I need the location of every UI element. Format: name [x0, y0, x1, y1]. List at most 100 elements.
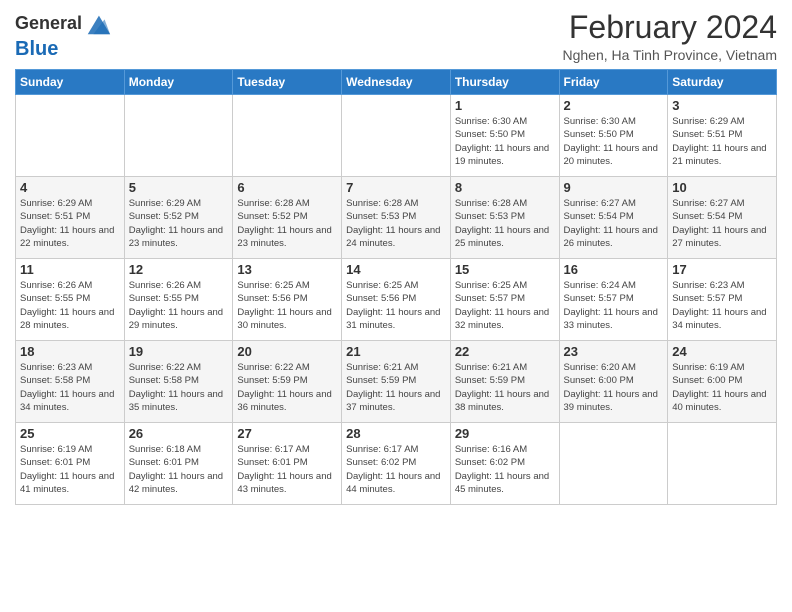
day-number: 8	[455, 180, 555, 195]
day-info: Sunrise: 6:21 AM Sunset: 5:59 PM Dayligh…	[455, 361, 555, 414]
logo-text: General	[15, 14, 82, 34]
day-info: Sunrise: 6:19 AM Sunset: 6:00 PM Dayligh…	[672, 361, 772, 414]
table-row: 25 Sunrise: 6:19 AM Sunset: 6:01 PM Dayli…	[16, 423, 125, 505]
day-number: 14	[346, 262, 446, 277]
day-info: Sunrise: 6:20 AM Sunset: 6:00 PM Dayligh…	[564, 361, 664, 414]
table-row: 14 Sunrise: 6:25 AM Sunset: 5:56 PM Dayli…	[342, 259, 451, 341]
day-info: Sunrise: 6:26 AM Sunset: 5:55 PM Dayligh…	[129, 279, 229, 332]
col-monday: Monday	[124, 70, 233, 95]
day-number: 9	[564, 180, 664, 195]
day-number: 27	[237, 426, 337, 441]
col-sunday: Sunday	[16, 70, 125, 95]
table-row: 24 Sunrise: 6:19 AM Sunset: 6:00 PM Dayli…	[668, 341, 777, 423]
day-info: Sunrise: 6:25 AM Sunset: 5:56 PM Dayligh…	[346, 279, 446, 332]
col-tuesday: Tuesday	[233, 70, 342, 95]
day-number: 17	[672, 262, 772, 277]
table-row: 9Sunrise: 6:27 AM Sunset: 5:54 PM Daylig…	[559, 177, 668, 259]
day-info: Sunrise: 6:23 AM Sunset: 5:58 PM Dayligh…	[20, 361, 120, 414]
day-number: 28	[346, 426, 446, 441]
day-number: 26	[129, 426, 229, 441]
table-row: 20 Sunrise: 6:22 AM Sunset: 5:59 PM Dayli…	[233, 341, 342, 423]
day-info: Sunrise: 6:19 AM Sunset: 6:01 PM Dayligh…	[20, 443, 120, 496]
header: General Blue February 2024 Nghen, Ha Tin…	[15, 10, 777, 63]
day-number: 21	[346, 344, 446, 359]
day-info: Sunrise: 6:23 AM Sunset: 5:57 PM Dayligh…	[672, 279, 772, 332]
calendar-week-3: 11 Sunrise: 6:26 AM Sunset: 5:55 PM Dayli…	[16, 259, 777, 341]
day-info: Sunrise: 6:28 AM Sunset: 5:53 PM Dayligh…	[346, 197, 446, 250]
table-row	[124, 95, 233, 177]
calendar-week-1: 1 Sunrise: 6:30 AM Sunset: 5:50 PM Daylig…	[16, 95, 777, 177]
day-number: 24	[672, 344, 772, 359]
table-row: 7 Sunrise: 6:28 AM Sunset: 5:53 PM Daylig…	[342, 177, 451, 259]
day-info: Sunrise: 6:27 AM Sunset: 5:54 PM Dayligh…	[672, 197, 772, 250]
table-row: 2 Sunrise: 6:30 AM Sunset: 5:50 PM Daylig…	[559, 95, 668, 177]
title-area: February 2024 Nghen, Ha Tinh Province, V…	[562, 10, 777, 63]
day-number: 11	[20, 262, 120, 277]
table-row: 10 Sunrise: 6:27 AM Sunset: 5:54 PM Dayli…	[668, 177, 777, 259]
table-row	[233, 95, 342, 177]
table-row: 15Sunrise: 6:25 AM Sunset: 5:57 PM Dayli…	[450, 259, 559, 341]
calendar-week-4: 18 Sunrise: 6:23 AM Sunset: 5:58 PM Dayli…	[16, 341, 777, 423]
day-info: Sunrise: 6:28 AM Sunset: 5:53 PM Dayligh…	[455, 197, 555, 250]
day-number: 13	[237, 262, 337, 277]
day-info: Sunrise: 6:29 AM Sunset: 5:51 PM Dayligh…	[20, 197, 120, 250]
day-number: 1	[455, 98, 555, 113]
day-number: 7	[346, 180, 446, 195]
col-friday: Friday	[559, 70, 668, 95]
table-row: 12Sunrise: 6:26 AM Sunset: 5:55 PM Dayli…	[124, 259, 233, 341]
table-row: 5 Sunrise: 6:29 AM Sunset: 5:52 PM Daylig…	[124, 177, 233, 259]
day-number: 22	[455, 344, 555, 359]
day-number: 16	[564, 262, 664, 277]
calendar-table: Sunday Monday Tuesday Wednesday Thursday…	[15, 69, 777, 505]
day-number: 29	[455, 426, 555, 441]
day-number: 5	[129, 180, 229, 195]
table-row	[559, 423, 668, 505]
day-info: Sunrise: 6:30 AM Sunset: 5:50 PM Dayligh…	[564, 115, 664, 168]
day-info: Sunrise: 6:25 AM Sunset: 5:56 PM Dayligh…	[237, 279, 337, 332]
table-row	[342, 95, 451, 177]
table-row	[16, 95, 125, 177]
day-number: 23	[564, 344, 664, 359]
calendar-week-2: 4 Sunrise: 6:29 AM Sunset: 5:51 PM Daylig…	[16, 177, 777, 259]
day-number: 2	[564, 98, 664, 113]
location-subtitle: Nghen, Ha Tinh Province, Vietnam	[562, 47, 777, 63]
table-row: 29Sunrise: 6:16 AM Sunset: 6:02 PM Dayli…	[450, 423, 559, 505]
table-row: 27 Sunrise: 6:17 AM Sunset: 6:01 PM Dayli…	[233, 423, 342, 505]
day-number: 3	[672, 98, 772, 113]
logo: General Blue	[15, 10, 112, 60]
day-info: Sunrise: 6:17 AM Sunset: 6:01 PM Dayligh…	[237, 443, 337, 496]
table-row: 17 Sunrise: 6:23 AM Sunset: 5:57 PM Dayli…	[668, 259, 777, 341]
day-info: Sunrise: 6:29 AM Sunset: 5:52 PM Dayligh…	[129, 197, 229, 250]
table-row: 6Sunrise: 6:28 AM Sunset: 5:52 PM Daylig…	[233, 177, 342, 259]
col-thursday: Thursday	[450, 70, 559, 95]
table-row: 1 Sunrise: 6:30 AM Sunset: 5:50 PM Daylig…	[450, 95, 559, 177]
day-number: 20	[237, 344, 337, 359]
day-info: Sunrise: 6:21 AM Sunset: 5:59 PM Dayligh…	[346, 361, 446, 414]
table-row: 22 Sunrise: 6:21 AM Sunset: 5:59 PM Dayli…	[450, 341, 559, 423]
day-number: 19	[129, 344, 229, 359]
col-wednesday: Wednesday	[342, 70, 451, 95]
logo-blue-text: Blue	[15, 38, 58, 60]
day-info: Sunrise: 6:17 AM Sunset: 6:02 PM Dayligh…	[346, 443, 446, 496]
table-row: 11Sunrise: 6:26 AM Sunset: 5:55 PM Dayli…	[16, 259, 125, 341]
day-info: Sunrise: 6:22 AM Sunset: 5:58 PM Dayligh…	[129, 361, 229, 414]
table-row: 8 Sunrise: 6:28 AM Sunset: 5:53 PM Daylig…	[450, 177, 559, 259]
day-info: Sunrise: 6:22 AM Sunset: 5:59 PM Dayligh…	[237, 361, 337, 414]
table-row: 16Sunrise: 6:24 AM Sunset: 5:57 PM Dayli…	[559, 259, 668, 341]
table-row: 4 Sunrise: 6:29 AM Sunset: 5:51 PM Daylig…	[16, 177, 125, 259]
table-row: 26 Sunrise: 6:18 AM Sunset: 6:01 PM Dayli…	[124, 423, 233, 505]
day-info: Sunrise: 6:18 AM Sunset: 6:01 PM Dayligh…	[129, 443, 229, 496]
table-row: 19 Sunrise: 6:22 AM Sunset: 5:58 PM Dayli…	[124, 341, 233, 423]
calendar-header-row: Sunday Monday Tuesday Wednesday Thursday…	[16, 70, 777, 95]
day-number: 15	[455, 262, 555, 277]
table-row: 3Sunrise: 6:29 AM Sunset: 5:51 PM Daylig…	[668, 95, 777, 177]
calendar-week-5: 25 Sunrise: 6:19 AM Sunset: 6:01 PM Dayli…	[16, 423, 777, 505]
day-number: 18	[20, 344, 120, 359]
day-number: 10	[672, 180, 772, 195]
day-number: 25	[20, 426, 120, 441]
day-info: Sunrise: 6:28 AM Sunset: 5:52 PM Dayligh…	[237, 197, 337, 250]
day-info: Sunrise: 6:30 AM Sunset: 5:50 PM Dayligh…	[455, 115, 555, 168]
logo-icon	[84, 10, 112, 38]
table-row: 13 Sunrise: 6:25 AM Sunset: 5:56 PM Dayli…	[233, 259, 342, 341]
day-number: 4	[20, 180, 120, 195]
